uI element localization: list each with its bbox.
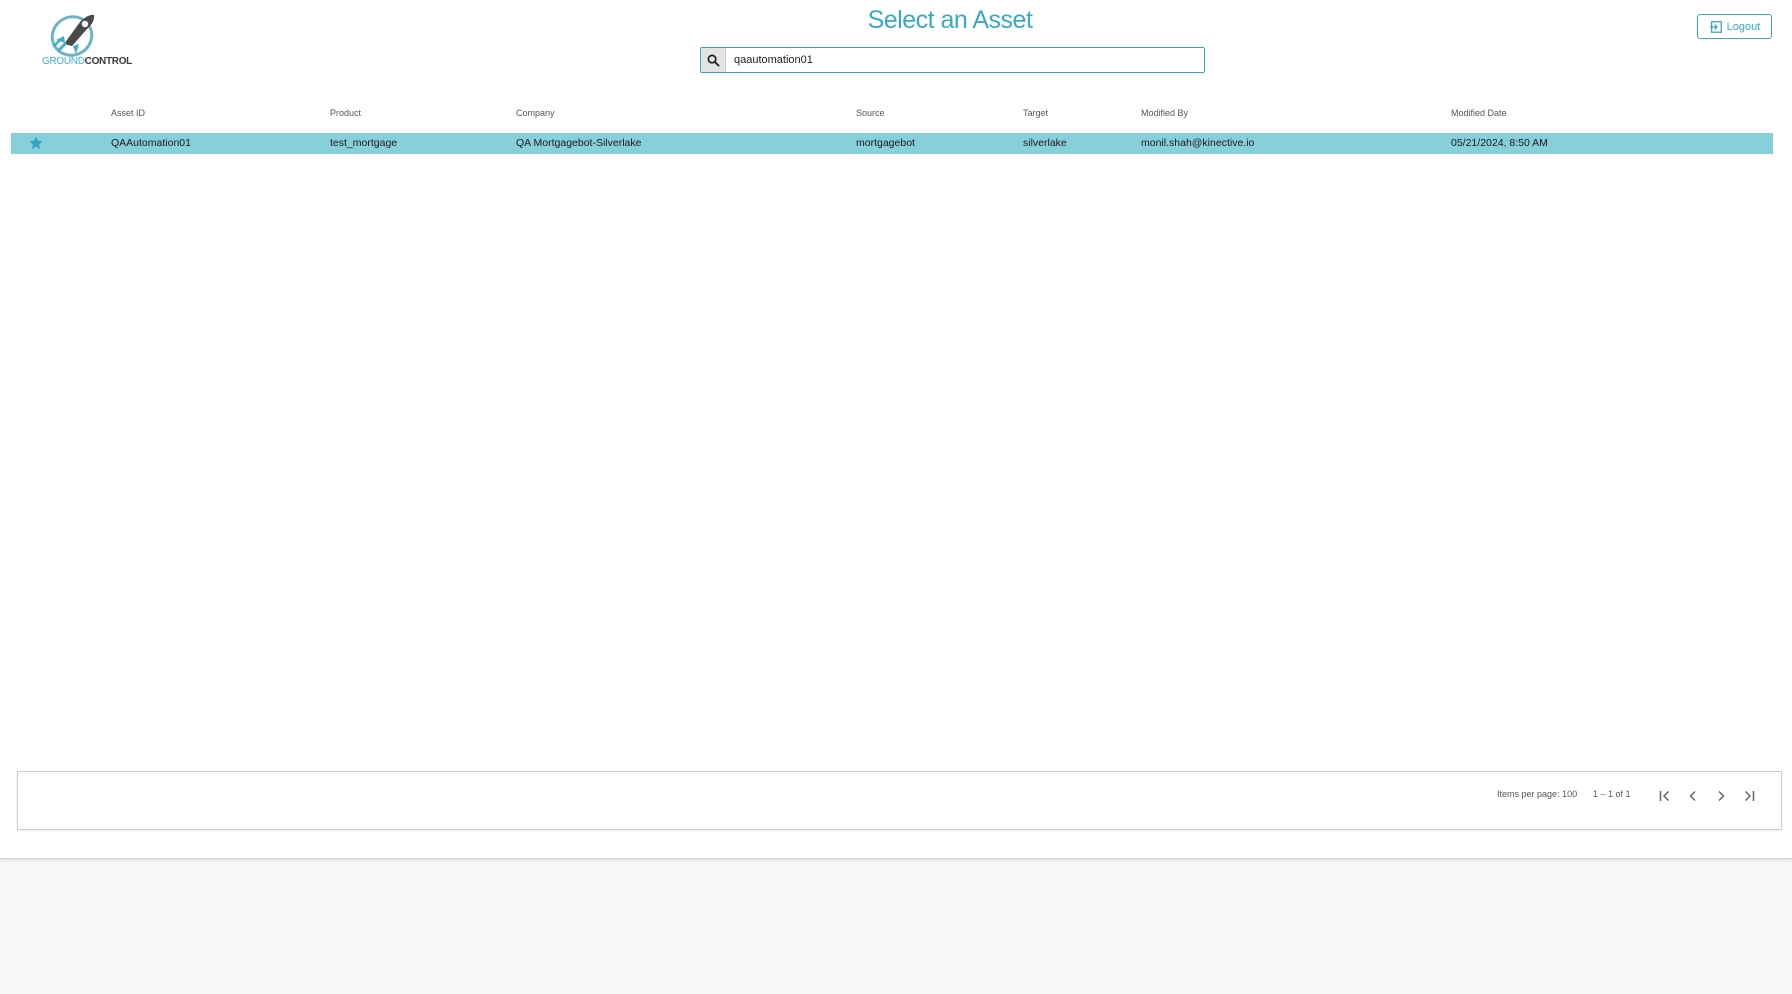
column-header-modified-by[interactable]: Modified By — [1141, 108, 1188, 118]
column-header-target[interactable]: Target — [1023, 108, 1048, 118]
column-header-company[interactable]: Company — [516, 108, 555, 118]
logo-text: GROUNDCONTROL — [42, 56, 132, 67]
page-title: Select an Asset — [867, 6, 1033, 34]
cell-company: QA Mortgagebot-Silverlake — [516, 137, 642, 149]
cell-source: mortgagebot — [856, 137, 915, 149]
cell-target: silverlake — [1023, 137, 1067, 149]
column-header-asset-id[interactable]: Asset ID — [111, 108, 145, 118]
search-icon — [707, 54, 720, 67]
previous-page-button[interactable] — [1682, 785, 1704, 807]
items-per-page-value[interactable]: 100 — [1562, 789, 1577, 799]
search-button[interactable] — [701, 48, 726, 72]
first-page-button[interactable] — [1654, 785, 1676, 807]
column-header-source[interactable]: Source — [856, 108, 885, 118]
column-header-modified-date[interactable]: Modified Date — [1451, 108, 1507, 118]
cell-modified-date: 05/21/2024, 8:50 AM — [1451, 137, 1548, 149]
last-page-button[interactable] — [1738, 785, 1760, 807]
items-per-page[interactable]: Items per page: 100 — [1497, 789, 1577, 799]
logo-text-control: CONTROL — [84, 56, 133, 67]
cell-modified-by: monil.shah@kinective.io — [1141, 137, 1255, 149]
logout-button[interactable]: Logout — [1697, 14, 1772, 39]
table-header: Asset ID Product Company Source Target M… — [11, 103, 1773, 123]
table-row[interactable]: QAAutomation01 test_mortgage QA Mortgage… — [11, 133, 1773, 154]
next-page-button[interactable] — [1710, 785, 1732, 807]
cell-asset-id: QAAutomation01 — [111, 137, 191, 149]
paginator: Items per page: 100 1 – 1 of 1 — [17, 771, 1782, 830]
page-range-label: 1 – 1 of 1 — [1593, 789, 1631, 799]
star-icon[interactable] — [28, 135, 44, 151]
column-header-product[interactable]: Product — [330, 108, 361, 118]
items-per-page-label: Items per page: — [1497, 789, 1560, 799]
next-page-icon — [1718, 790, 1725, 802]
search-bar — [700, 47, 1205, 73]
cell-product: test_mortgage — [330, 137, 398, 149]
search-input[interactable] — [726, 49, 1204, 71]
logout-label: Logout — [1726, 20, 1761, 33]
logo-text-ground: GROUND — [42, 56, 85, 67]
last-page-icon — [1744, 790, 1755, 802]
app-panel: GROUNDCONTROL Select an Asset Logout Ass… — [0, 0, 1792, 859]
first-page-icon — [1659, 790, 1670, 802]
previous-page-icon — [1689, 790, 1696, 802]
logout-icon — [1709, 20, 1722, 33]
